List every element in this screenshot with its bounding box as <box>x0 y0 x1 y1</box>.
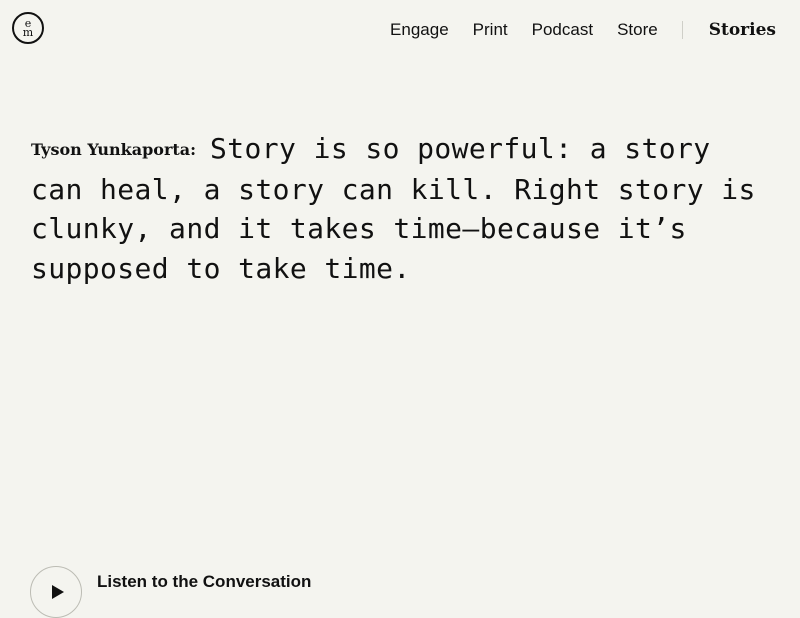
play-button[interactable] <box>30 566 82 618</box>
main-nav: Engage Print Podcast Store Stories <box>366 20 776 40</box>
pull-quote: Tyson Yunkaporta: Story is so powerful: a… <box>31 129 771 288</box>
quote-speaker: Tyson Yunkaporta: <box>31 140 197 159</box>
audio-player: Listen to the Conversation <box>30 566 311 618</box>
site-header: e m Engage Print Podcast Store Stories <box>0 0 800 60</box>
logo-letter-m: m <box>22 26 34 39</box>
nav-engage-link[interactable]: Engage <box>390 20 449 40</box>
nav-podcast-link[interactable]: Podcast <box>532 20 593 40</box>
nav-divider <box>681 21 683 39</box>
nav-print-link[interactable]: Print <box>473 20 508 40</box>
nav-store-link[interactable]: Store <box>617 20 658 40</box>
play-icon <box>51 585 64 599</box>
site-logo[interactable]: e m <box>12 12 44 44</box>
listen-label[interactable]: Listen to the Conversation <box>97 572 311 592</box>
nav-stories-link[interactable]: Stories <box>709 20 776 40</box>
